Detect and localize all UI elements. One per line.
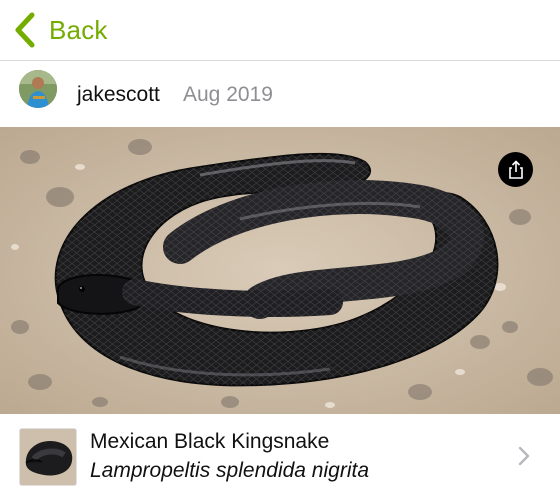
chevron-left-icon bbox=[14, 12, 36, 48]
share-icon bbox=[507, 159, 525, 180]
taxon-row[interactable]: Mexican Black Kingsnake Lampropeltis spl… bbox=[0, 414, 560, 500]
taxon-scientific-name: Lampropeltis splendida nigrita bbox=[90, 459, 369, 482]
back-button[interactable]: Back bbox=[14, 10, 108, 50]
nav-bar: Back bbox=[0, 0, 560, 61]
observation-date: Aug 2019 bbox=[183, 83, 273, 106]
observer-row: jakescott Aug 2019 bbox=[0, 61, 560, 127]
chevron-right-icon bbox=[518, 446, 530, 471]
observation-screen: Back jakescott Aug 2019 Mexican Black Ki… bbox=[0, 0, 560, 500]
avatar[interactable] bbox=[19, 70, 57, 108]
share-button[interactable] bbox=[498, 152, 533, 187]
observation-photo[interactable] bbox=[0, 127, 560, 414]
username[interactable]: jakescott bbox=[77, 83, 160, 107]
back-label: Back bbox=[49, 14, 108, 45]
taxon-common-name: Mexican Black Kingsnake bbox=[90, 430, 330, 453]
taxon-thumbnail bbox=[19, 428, 77, 486]
